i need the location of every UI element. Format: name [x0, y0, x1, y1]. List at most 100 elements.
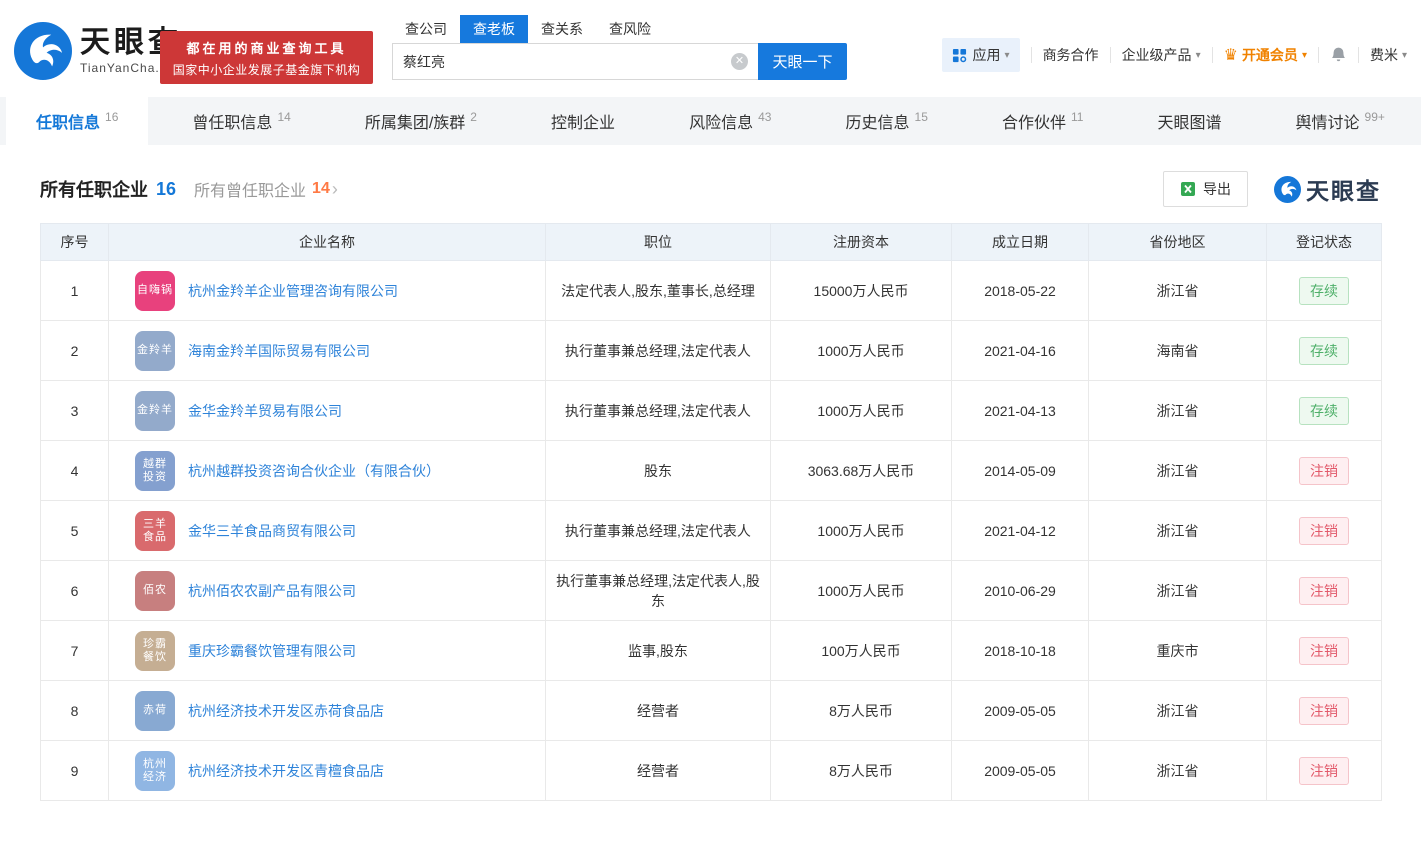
section-title-count: 16 [156, 179, 176, 200]
region-cell: 浙江省 [1089, 261, 1267, 321]
status-badge: 存续 [1299, 337, 1349, 365]
row-index: 7 [41, 621, 109, 681]
caret-down-icon: ▾ [1402, 50, 1407, 61]
company-logo: 珍霸餐饮 [135, 631, 175, 671]
company-logo: 金羚羊 [135, 391, 175, 431]
column-header: 企业名称 [109, 224, 546, 261]
search-scope-tab[interactable]: 查风险 [596, 15, 664, 43]
search-input[interactable] [392, 43, 758, 80]
registered-capital-cell: 8万人民币 [771, 681, 952, 741]
company-name-link[interactable]: 金华三羊食品商贸有限公司 [188, 521, 356, 541]
enterprise-products-menu[interactable]: 企业级产品 ▾ [1122, 45, 1201, 65]
row-index: 3 [41, 381, 109, 441]
status-badge: 存续 [1299, 397, 1349, 425]
profile-tab-label: 曾任职信息 [192, 109, 272, 133]
table-row: 5 三羊食品 金华三羊食品商贸有限公司 执行董事兼总经理,法定代表人 1000万… [41, 501, 1382, 561]
company-name-link[interactable]: 杭州越群投资咨询合伙企业（有限合伙） [188, 461, 440, 481]
divider [1358, 47, 1359, 63]
apps-label: 应用 [973, 45, 1001, 65]
profile-tabbar: 任职信息 16 曾任职信息 14 所属集团/族群 2 控制企业 风险信息 43 … [0, 97, 1421, 145]
notification-bell-icon [1330, 46, 1347, 64]
crown-icon: ♛ [1224, 45, 1238, 65]
company-logo: 佰农 [135, 571, 175, 611]
clear-input-icon[interactable]: ✕ [731, 53, 748, 70]
registered-capital-cell: 8万人民币 [771, 741, 952, 801]
profile-tab[interactable]: 曾任职信息 14 [162, 97, 320, 145]
profile-tab-count: 14 [277, 110, 290, 124]
registered-capital-cell: 1000万人民币 [771, 501, 952, 561]
region-cell: 浙江省 [1089, 681, 1267, 741]
company-name-link[interactable]: 杭州金羚羊企业管理咨询有限公司 [188, 281, 398, 301]
biz-cooperation-link[interactable]: 商务合作 [1043, 45, 1099, 65]
profile-tab-count: 99+ [1365, 110, 1385, 124]
company-name-link[interactable]: 杭州佰农农副产品有限公司 [188, 581, 356, 601]
caret-down-icon: ▾ [1302, 50, 1307, 61]
registered-capital-cell: 3063.68万人民币 [771, 441, 952, 501]
section-header: 所有任职企业 16 所有曾任职企业 14 › 导出 天眼查 [40, 171, 1381, 207]
position-cell: 股东 [546, 441, 771, 501]
establish-date-cell: 2021-04-16 [952, 321, 1089, 381]
profile-tab-count: 43 [758, 110, 771, 124]
profile-tab[interactable]: 合作伙伴 11 [972, 97, 1113, 145]
slogan-line2: 国家中小企业发展子基金旗下机构 [168, 61, 365, 78]
slogan-line1: 都在用的商业查询工具 [168, 38, 365, 57]
company-name-link[interactable]: 金华金羚羊贸易有限公司 [188, 401, 342, 421]
profile-tab-label: 控制企业 [551, 109, 615, 133]
company-name-link[interactable]: 杭州经济技术开发区赤荷食品店 [188, 701, 384, 721]
divider [1318, 47, 1319, 63]
table-row: 8 赤荷 杭州经济技术开发区赤荷食品店 经营者 8万人民币 2009-05-05… [41, 681, 1382, 741]
profile-tab[interactable]: 控制企业 [521, 97, 645, 145]
column-header: 序号 [41, 224, 109, 261]
profile-tab[interactable]: 所属集团/族群 2 [335, 97, 507, 145]
position-cell: 经营者 [546, 681, 771, 741]
company-logo: 杭州经济 [135, 751, 175, 791]
company-logo: 自嗨锅 [135, 271, 175, 311]
export-button[interactable]: 导出 [1163, 171, 1248, 207]
company-name-link[interactable]: 海南金羚羊国际贸易有限公司 [188, 341, 370, 361]
status-badge: 存续 [1299, 277, 1349, 305]
status-badge: 注销 [1299, 697, 1349, 725]
column-header: 成立日期 [952, 224, 1089, 261]
notification-bell-button[interactable] [1330, 46, 1347, 64]
company-name-link[interactable]: 重庆珍霸餐饮管理有限公司 [188, 641, 356, 661]
search-scope-tab[interactable]: 查公司 [392, 15, 460, 43]
profile-tab[interactable]: 历史信息 15 [816, 97, 958, 145]
establish-date-cell: 2018-10-18 [952, 621, 1089, 681]
establish-date-cell: 2010-06-29 [952, 561, 1089, 621]
profile-tab[interactable]: 任职信息 16 [6, 97, 148, 145]
search-scope-tab[interactable]: 查老板 [460, 15, 528, 43]
apps-menu-button[interactable]: 应用 ▾ [942, 38, 1020, 72]
user-account-menu[interactable]: 费米 ▾ [1370, 45, 1407, 65]
company-table-body: 1 自嗨锅 杭州金羚羊企业管理咨询有限公司 法定代表人,股东,董事长,总经理 1… [41, 261, 1382, 801]
table-row: 9 杭州经济 杭州经济技术开发区青檀食品店 经营者 8万人民币 2009-05-… [41, 741, 1382, 801]
profile-tab-count: 16 [105, 110, 118, 124]
region-cell: 重庆市 [1089, 621, 1267, 681]
table-row: 1 自嗨锅 杭州金羚羊企业管理咨询有限公司 法定代表人,股东,董事长,总经理 1… [41, 261, 1382, 321]
table-row: 2 金羚羊 海南金羚羊国际贸易有限公司 执行董事兼总经理,法定代表人 1000万… [41, 321, 1382, 381]
search-scope-tab[interactable]: 查关系 [528, 15, 596, 43]
open-vip-menu[interactable]: ♛ 开通会员 ▾ [1224, 45, 1307, 65]
status-badge: 注销 [1299, 517, 1349, 545]
profile-tab[interactable]: 风险信息 43 [659, 97, 801, 145]
profile-tab-label: 所属集团/族群 [365, 109, 465, 133]
region-cell: 海南省 [1089, 321, 1267, 381]
region-cell: 浙江省 [1089, 441, 1267, 501]
table-row: 4 越群投资 杭州越群投资咨询合伙企业（有限合伙） 股东 3063.68万人民币… [41, 441, 1382, 501]
search-module: 查公司查老板查关系查风险 ✕ 天眼一下 [392, 16, 847, 80]
registered-capital-cell: 1000万人民币 [771, 381, 952, 441]
tianyancha-logo-icon [14, 22, 72, 80]
positions-table: 序号企业名称职位注册资本成立日期省份地区登记状态 1 自嗨锅 杭州金羚羊企业管理… [40, 223, 1382, 801]
search-button[interactable]: 天眼一下 [758, 43, 847, 80]
position-cell: 执行董事兼总经理,法定代表人,股东 [546, 561, 771, 621]
row-index: 1 [41, 261, 109, 321]
profile-tab[interactable]: 舆情讨论 99+ [1266, 97, 1415, 145]
profile-tab[interactable]: 天眼图谱 [1127, 97, 1251, 145]
former-positions-link[interactable]: 所有曾任职企业 14 › [194, 177, 338, 201]
divider [1110, 47, 1111, 63]
username: 费米 [1370, 45, 1398, 65]
establish-date-cell: 2009-05-05 [952, 741, 1089, 801]
company-name-link[interactable]: 杭州经济技术开发区青檀食品店 [188, 761, 384, 781]
profile-tab-count: 2 [470, 110, 477, 124]
search-tabs: 查公司查老板查关系查风险 [392, 16, 847, 43]
row-index: 9 [41, 741, 109, 801]
